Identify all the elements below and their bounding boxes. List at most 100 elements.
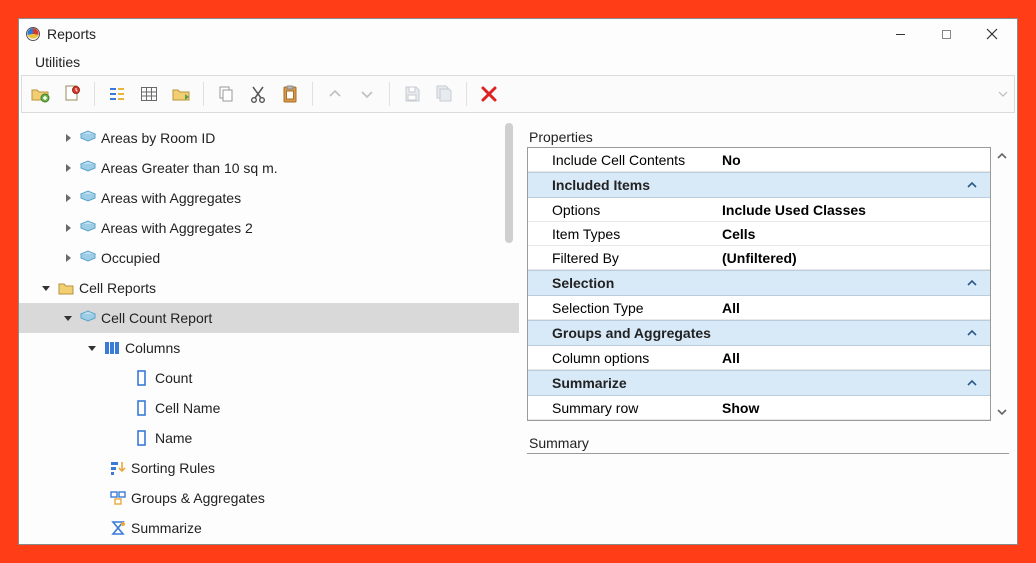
report-icon: [79, 159, 97, 177]
tree-item-label: Summarize: [131, 520, 202, 536]
tree-item-label: Areas by Room ID: [101, 130, 215, 146]
collapse-icon[interactable]: [61, 311, 75, 325]
tree-item-sorting-rules[interactable]: Sorting Rules: [19, 453, 519, 483]
results-table-button[interactable]: [135, 80, 163, 108]
minimize-button[interactable]: [877, 19, 923, 49]
chevron-up-icon[interactable]: [966, 376, 980, 390]
tree-item-col-count[interactable]: Count: [19, 363, 519, 393]
tree-item-cell-reports[interactable]: Cell Reports: [19, 273, 519, 303]
tree-item-label: Cell Name: [155, 400, 220, 416]
collapse-icon[interactable]: [39, 281, 53, 295]
section-summarize[interactable]: Summarize: [528, 370, 990, 396]
tree-item-label: Occupied: [101, 250, 160, 266]
move-down-button[interactable]: [353, 80, 381, 108]
expand-icon[interactable]: [61, 251, 75, 265]
scroll-down-icon[interactable]: [995, 405, 1009, 419]
section-title: Groups and Aggregates: [552, 325, 711, 341]
prop-key: Column options: [552, 350, 722, 366]
new-folder-button[interactable]: [26, 80, 54, 108]
tree-item-cell-count-report[interactable]: Cell Count Report: [19, 303, 519, 333]
tree-item-label: Areas Greater than 10 sq m.: [101, 160, 278, 176]
summarize-icon: [109, 519, 127, 537]
tree-item-label: Name: [155, 430, 192, 446]
prop-row-item-types[interactable]: Item Types Cells: [528, 222, 990, 246]
summary-label: Summary: [529, 435, 1009, 451]
tree-item-label: Cell Reports: [79, 280, 156, 296]
properties-scrollbar[interactable]: [991, 147, 1009, 421]
prop-key: Summary row: [552, 400, 722, 416]
tree-scrollbar[interactable]: [505, 123, 513, 243]
report-icon: [79, 129, 97, 147]
tree-item-occupied[interactable]: Occupied: [19, 243, 519, 273]
columns-icon: [103, 339, 121, 357]
section-title: Summarize: [552, 375, 627, 391]
save-button[interactable]: [398, 80, 426, 108]
prop-value: All: [722, 350, 740, 366]
save-all-button[interactable]: [430, 80, 458, 108]
menu-utilities[interactable]: Utilities: [27, 52, 88, 72]
prop-value: All: [722, 300, 740, 316]
properties-grid[interactable]: Include Cell Contents No Included Items …: [527, 147, 991, 421]
prop-key: Selection Type: [552, 300, 722, 316]
tree-item-summarize[interactable]: Summarize: [19, 513, 519, 543]
cut-button[interactable]: [244, 80, 272, 108]
paste-button[interactable]: [276, 80, 304, 108]
column-icon: [133, 429, 151, 447]
summary-box: [527, 453, 1009, 455]
expand-icon[interactable]: [61, 191, 75, 205]
tree-item-label: Cell Count Report: [101, 310, 212, 326]
tree-item-label: Sorting Rules: [131, 460, 215, 476]
reports-window: Reports Utilities: [18, 18, 1018, 545]
chevron-up-icon[interactable]: [966, 326, 980, 340]
copy-button[interactable]: [212, 80, 240, 108]
section-groups-aggregates[interactable]: Groups and Aggregates: [528, 320, 990, 346]
prop-value: Show: [722, 400, 759, 416]
maximize-button[interactable]: [923, 19, 969, 49]
chevron-up-icon[interactable]: [966, 276, 980, 290]
tree-item-label: Groups & Aggregates: [131, 490, 265, 506]
tree-item-areas-gt-10[interactable]: Areas Greater than 10 sq m.: [19, 153, 519, 183]
prop-row-include-cell-contents[interactable]: Include Cell Contents No: [528, 148, 990, 172]
prop-row-filtered-by[interactable]: Filtered By (Unfiltered): [528, 246, 990, 270]
scroll-up-icon[interactable]: [995, 149, 1009, 163]
expand-icon[interactable]: [61, 161, 75, 175]
section-title: Selection: [552, 275, 614, 291]
collapse-icon[interactable]: [85, 341, 99, 355]
chevron-up-icon[interactable]: [966, 178, 980, 192]
expand-icon[interactable]: [61, 221, 75, 235]
tree-item-groups-aggregates[interactable]: Groups & Aggregates: [19, 483, 519, 513]
new-report-button[interactable]: [58, 80, 86, 108]
prop-value: Cells: [722, 226, 755, 242]
main-split: Areas by Room ID Areas Greater than 10 s…: [19, 117, 1017, 544]
section-selection[interactable]: Selection: [528, 270, 990, 296]
folder-icon: [57, 279, 75, 297]
report-icon: [79, 249, 97, 267]
column-icon: [133, 399, 151, 417]
properties-button[interactable]: [103, 80, 131, 108]
export-button[interactable]: [167, 80, 195, 108]
tree-item-col-name[interactable]: Name: [19, 423, 519, 453]
prop-row-column-options[interactable]: Column options All: [528, 346, 990, 370]
prop-key: Item Types: [552, 226, 722, 242]
delete-button[interactable]: [475, 80, 503, 108]
section-title: Included Items: [552, 177, 650, 193]
section-included-items[interactable]: Included Items: [528, 172, 990, 198]
toolbar: [21, 75, 1015, 113]
report-tree[interactable]: Areas by Room ID Areas Greater than 10 s…: [19, 117, 519, 544]
tree-item-columns[interactable]: Columns: [19, 333, 519, 363]
tree-item-label: Areas with Aggregates: [101, 190, 241, 206]
prop-row-selection-type[interactable]: Selection Type All: [528, 296, 990, 320]
prop-row-summary-row[interactable]: Summary row Show: [528, 396, 990, 420]
tree-item-areas-aggregates[interactable]: Areas with Aggregates: [19, 183, 519, 213]
expand-icon[interactable]: [61, 131, 75, 145]
tree-item-areas-aggregates-2[interactable]: Areas with Aggregates 2: [19, 213, 519, 243]
menubar: Utilities: [19, 49, 1017, 75]
move-up-button[interactable]: [321, 80, 349, 108]
prop-row-options[interactable]: Options Include Used Classes: [528, 198, 990, 222]
titlebar: Reports: [19, 19, 1017, 49]
tree-item-areas-by-room-id[interactable]: Areas by Room ID: [19, 123, 519, 153]
toolbar-overflow-icon[interactable]: [998, 86, 1008, 102]
prop-key: Include Cell Contents: [552, 152, 722, 168]
close-button[interactable]: [969, 19, 1015, 49]
tree-item-col-cell-name[interactable]: Cell Name: [19, 393, 519, 423]
